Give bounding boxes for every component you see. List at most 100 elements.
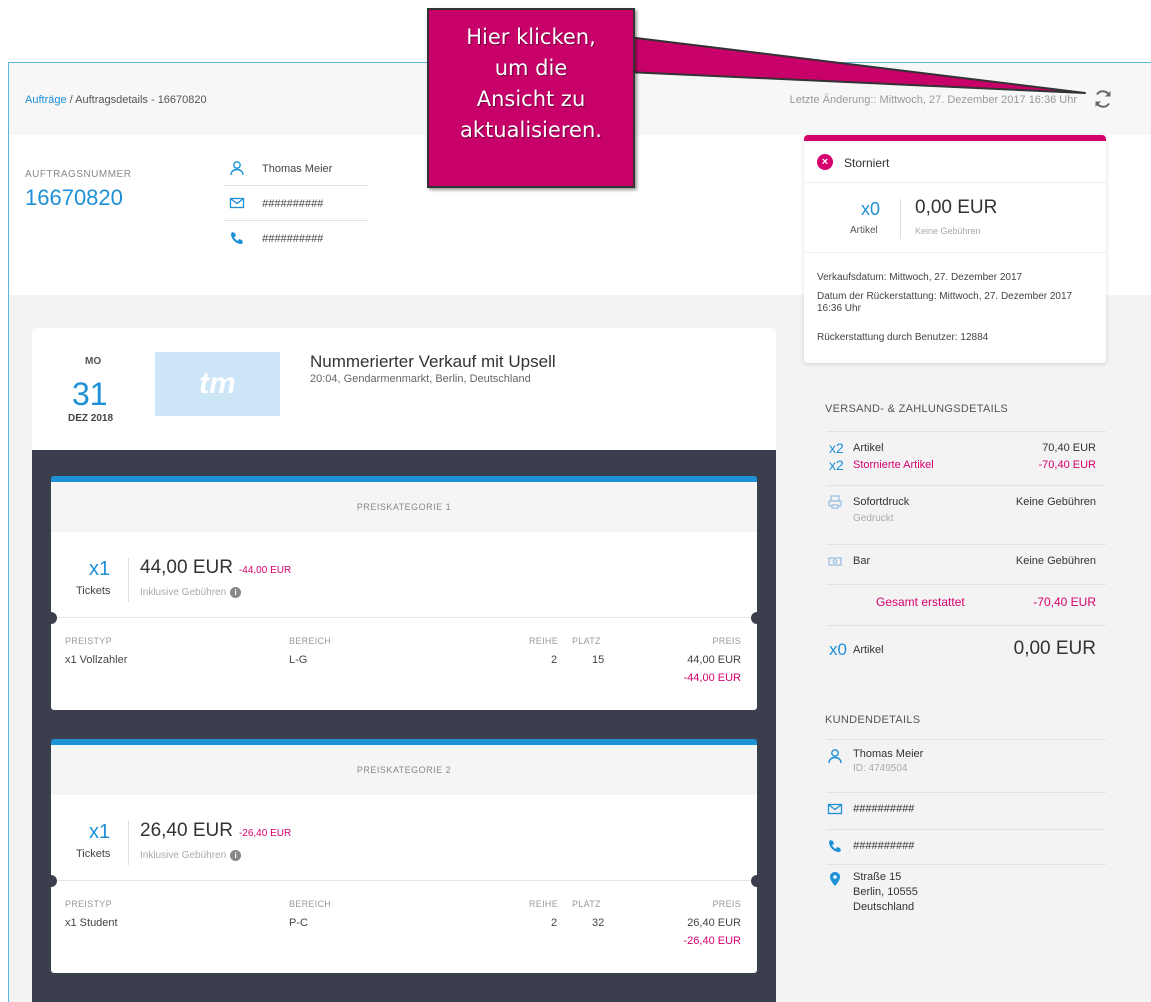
breadcrumb-separator: /	[66, 94, 76, 106]
phone-icon	[829, 840, 841, 852]
ticket-line: PREISTYP BEREICH REIHE PLATZ PREIS x1 St…	[51, 881, 757, 973]
status-price: 0,00 EUR	[915, 197, 998, 218]
contact-phone: ##########	[262, 233, 324, 245]
refund-total-value: -70,40 EUR	[1033, 595, 1096, 609]
customer-email-row: ##########	[826, 792, 1106, 826]
event-weekday: MO	[85, 356, 102, 367]
fees-note-text: Inklusive Gebühren	[140, 587, 227, 598]
mail-icon	[827, 803, 843, 815]
row-number: 2	[551, 654, 558, 666]
ticket-refund-value: -26,40 EUR	[238, 828, 292, 839]
refund-total-row: Gesamt erstattet -70,40 EUR	[826, 584, 1106, 620]
address-country: Deutschland	[853, 901, 915, 913]
phone-icon	[231, 232, 243, 244]
user-icon	[230, 161, 244, 176]
customer-name: Thomas Meier	[853, 748, 924, 760]
divider	[128, 821, 129, 865]
status-header: × Storniert	[804, 141, 1106, 183]
refund-total-label: Gesamt erstattet	[876, 595, 965, 609]
ticket-summary: x1 Tickets 44,00 EUR -44,00 EUR Inklusive…	[51, 532, 757, 618]
contact-email: ##########	[262, 198, 324, 210]
contact-phone-row: ##########	[224, 221, 369, 256]
col-header-price: PREIS	[712, 636, 741, 646]
customer-address-row: Straße 15 Berlin, 10555 Deutschland	[826, 864, 1106, 932]
total-value: 0,00 EUR	[1013, 638, 1096, 659]
area: P-C	[289, 917, 308, 929]
seat-number: 15	[592, 654, 605, 666]
app-frame: Aufträge / Auftragsdetails - 16670820 Le…	[8, 62, 1151, 1002]
cancelled-label: Stornierte Artikel	[853, 459, 934, 471]
delivery-fees: Keine Gebühren	[1015, 496, 1096, 508]
ticket-price: 44,00 EUR -44,00 EUR	[140, 557, 291, 579]
last-change-text: Letzte Änderung:: Mittwoch, 27. Dezember…	[789, 94, 1077, 106]
status-fees: Keine Gebühren	[915, 226, 981, 236]
ticket-price-value: 26,40 EUR	[140, 820, 233, 841]
order-number: 16670820	[25, 185, 123, 210]
contact-email-row: ##########	[224, 186, 369, 221]
ticket-unit: Tickets	[76, 848, 111, 860]
col-header-area: BEREICH	[289, 899, 332, 909]
col-header-price: PREIS	[712, 899, 741, 909]
fees-note-text: Inklusive Gebühren	[140, 850, 227, 861]
col-header-type: PREISTYP	[65, 636, 112, 646]
event-month: DEZ 2018	[68, 413, 114, 424]
total-label: Artikel	[853, 644, 884, 656]
ticket-refund-value: -44,00 EUR	[238, 565, 292, 576]
event-title: Nummerierter Verkauf mit Upsell	[310, 352, 556, 371]
fees-note: Inklusive Gebühren i	[140, 850, 242, 861]
info-icon[interactable]: i	[230, 587, 242, 598]
customer-phone-row: ##########	[826, 829, 1106, 863]
items-qty: x2	[829, 440, 844, 456]
status-card: × Storniert x0 Artikel 0,00 EUR Keine Ge…	[804, 135, 1106, 363]
ticket-price-value: 44,00 EUR	[140, 557, 233, 578]
ticket-card: PREISKATEGORIE 2 x1 Tickets 26,40 EUR -26…	[45, 739, 763, 973]
status-qty: x0	[861, 199, 881, 219]
contact-name-row: Thomas Meier	[224, 151, 369, 186]
ticket-unit: Tickets	[76, 585, 111, 597]
printer-icon	[828, 495, 842, 509]
ticket-card: PREISKATEGORIE 1 x1 Tickets 44,00 EUR -44…	[45, 476, 763, 710]
divider	[128, 558, 129, 602]
refund-user: Rückerstattung durch Benutzer: 12884	[817, 332, 989, 343]
customer-name-row: Thomas Meier ID: 4749504	[826, 739, 1106, 783]
breadcrumb-orders-link[interactable]: Aufträge	[25, 94, 67, 106]
order-number-label: AUFTRAGSNUMMER	[25, 169, 132, 180]
info-icon[interactable]: i	[230, 850, 242, 861]
callout-line: Hier klicken,	[466, 25, 596, 49]
col-header-seat: PLATZ	[572, 636, 601, 646]
price-category: PREISKATEGORIE 1	[51, 482, 757, 532]
refresh-icon[interactable]	[1091, 87, 1115, 111]
event-logo: tm	[155, 352, 280, 416]
seat-number: 32	[592, 917, 605, 929]
cancel-icon: ×	[817, 154, 833, 170]
area: L-G	[289, 654, 308, 666]
user-icon	[828, 749, 842, 764]
delivery-label: Sofortdruck	[853, 496, 910, 508]
cash-icon	[828, 557, 842, 566]
breadcrumb: Aufträge / Auftragsdetails - 16670820	[25, 94, 207, 106]
payment-fees: Keine Gebühren	[1015, 555, 1096, 567]
price-type: x1 Vollzahler	[65, 654, 128, 666]
shipping-section-title: VERSAND- & ZAHLUNGSDETAILS	[825, 403, 1009, 415]
col-header-type: PREISTYP	[65, 899, 112, 909]
breadcrumb-current: Auftragsdetails - 16670820	[75, 94, 207, 106]
ticket-qty: x1	[89, 558, 111, 580]
status-label: Storniert	[844, 156, 890, 170]
payment-label: Bar	[853, 555, 871, 567]
tickets-panel: PREISKATEGORIE 1 x1 Tickets 44,00 EUR -44…	[32, 450, 776, 1002]
col-header-seat: PLATZ	[572, 899, 601, 909]
event-day: 31	[72, 376, 108, 412]
callout-line: um die	[494, 56, 568, 80]
customer-phone: ##########	[853, 840, 915, 852]
event-card: MO 31 DEZ 2018 tm Nummerierter Verkauf m…	[32, 328, 776, 450]
status-unit: Artikel	[850, 225, 878, 236]
delivery-status: Gedruckt	[853, 513, 894, 524]
contact-name: Thomas Meier	[262, 163, 333, 175]
annotation-callout: Hier klicken, um die Ansicht zu aktualis…	[427, 8, 635, 188]
event-subtitle: 20:04, Gendarmenmarkt, Berlin, Deutschla…	[310, 373, 531, 385]
customer-id: ID: 4749504	[853, 763, 908, 774]
line-refund: -26,40 EUR	[683, 935, 741, 947]
location-pin-icon	[830, 872, 840, 886]
callout-line: Ansicht zu	[476, 87, 586, 111]
fees-note: Inklusive Gebühren i	[140, 587, 242, 598]
